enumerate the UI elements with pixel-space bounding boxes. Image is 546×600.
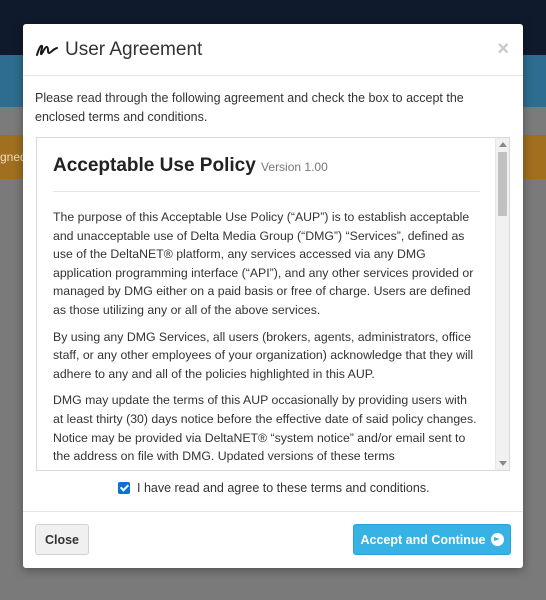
accept-button-label: Accept and Continue (360, 532, 486, 547)
accept-and-continue-button[interactable]: Accept and Continue (353, 524, 511, 555)
close-button-label: Close (44, 532, 80, 547)
policy-scrollbar[interactable] (495, 138, 509, 470)
close-icon[interactable]: × (497, 38, 509, 61)
arrow-circle-right-icon (490, 533, 504, 546)
policy-content: Acceptable Use Policy Version 1.00 The p… (37, 138, 496, 470)
policy-scroll-box[interactable]: Acceptable Use Policy Version 1.00 The p… (36, 137, 510, 471)
agree-row[interactable]: I have read and agree to these terms and… (118, 481, 430, 495)
signature-icon (36, 44, 58, 56)
scroll-thumb[interactable] (498, 152, 507, 216)
modal-intro-text: Please read through the following agreem… (35, 91, 464, 124)
policy-paragraph: DMG may update the terms of this AUP occ… (53, 393, 477, 464)
policy-paragraph: The purpose of this Acceptable Use Polic… (53, 210, 474, 317)
policy-version: Version 1.00 (261, 160, 328, 174)
policy-paragraph: By using any DMG Services, all users (br… (53, 329, 474, 381)
scroll-down-arrow-icon[interactable] (499, 461, 507, 466)
close-button[interactable]: Close (35, 524, 89, 555)
user-agreement-modal: User Agreement × Please read through the… (23, 24, 523, 568)
policy-title: Acceptable Use Policy (53, 155, 256, 176)
scroll-up-arrow-icon[interactable] (499, 142, 507, 147)
agree-checkbox[interactable] (118, 482, 130, 494)
modal-header: User Agreement × (23, 24, 523, 76)
modal-title: User Agreement (65, 38, 203, 60)
agree-label[interactable]: I have read and agree to these terms and… (137, 481, 430, 495)
modal-footer: Close Accept and Continue (23, 511, 523, 568)
policy-heading: Acceptable Use Policy Version 1.00 (53, 152, 480, 192)
